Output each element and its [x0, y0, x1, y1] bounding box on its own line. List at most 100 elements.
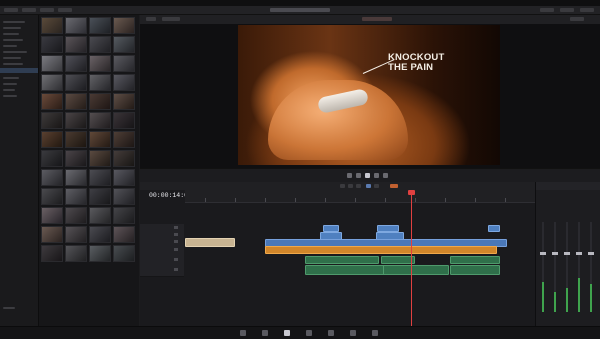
bin-item[interactable]: [3, 57, 21, 59]
flag-icon[interactable]: [390, 184, 398, 188]
clip-thumbnail[interactable]: [65, 74, 87, 91]
mixer-toggle[interactable]: [540, 8, 554, 12]
clip-thumbnail[interactable]: [65, 17, 87, 34]
clip-thumbnail[interactable]: [65, 226, 87, 243]
clip-thumbnail[interactable]: [89, 169, 111, 186]
clip-thumbnail[interactable]: [89, 93, 111, 110]
timeline-name[interactable]: [362, 17, 392, 21]
audio-clip[interactable]: [450, 256, 500, 264]
channel-fader[interactable]: [552, 252, 558, 255]
video-clip[interactable]: [488, 225, 500, 232]
clip-thumbnail[interactable]: [113, 93, 135, 110]
title-clip[interactable]: [265, 246, 497, 254]
stop-icon[interactable]: [356, 173, 361, 178]
clip-thumbnail[interactable]: [89, 207, 111, 224]
channel-fader[interactable]: [564, 252, 570, 255]
clip-thumbnail[interactable]: [113, 150, 135, 167]
clip-thumbnail[interactable]: [65, 188, 87, 205]
clip-thumbnail[interactable]: [65, 112, 87, 129]
clip-thumbnail[interactable]: [41, 169, 63, 186]
clip-thumbnail[interactable]: [113, 245, 135, 262]
bin-item[interactable]: [3, 39, 23, 41]
clip-thumbnail[interactable]: [41, 36, 63, 53]
clip-thumbnail[interactable]: [113, 226, 135, 243]
color-page-icon[interactable]: [328, 330, 334, 336]
clip-thumbnail[interactable]: [113, 17, 135, 34]
cut-page-icon[interactable]: [262, 330, 268, 336]
clip-thumbnail[interactable]: [41, 150, 63, 167]
clip-thumbnail[interactable]: [41, 74, 63, 91]
clip-thumbnail[interactable]: [41, 17, 63, 34]
timeline-viewer[interactable]: KNOCKOUT THE PAIN: [140, 24, 600, 168]
clip-thumbnail[interactable]: [41, 245, 63, 262]
clip-thumbnail[interactable]: [89, 36, 111, 53]
clip-thumbnail[interactable]: [41, 226, 63, 243]
skip-back-icon[interactable]: [347, 173, 352, 178]
clip-thumbnail[interactable]: [113, 55, 135, 72]
clip-thumbnail[interactable]: [65, 131, 87, 148]
clip-thumbnail[interactable]: [65, 150, 87, 167]
play-icon[interactable]: [365, 173, 370, 178]
media-page-icon[interactable]: [240, 330, 246, 336]
bin-item[interactable]: [3, 95, 17, 97]
clip-thumbnail[interactable]: [113, 188, 135, 205]
sound-library-toggle[interactable]: [58, 8, 72, 12]
video-clip[interactable]: [323, 225, 339, 232]
clip-thumbnail[interactable]: [41, 131, 63, 148]
clip-thumbnail[interactable]: [65, 36, 87, 53]
clip-thumbnail[interactable]: [89, 17, 111, 34]
channel-fader[interactable]: [588, 252, 594, 255]
loop-icon[interactable]: [383, 173, 388, 178]
clip-thumbnail[interactable]: [89, 55, 111, 72]
clip-thumbnail[interactable]: [65, 169, 87, 186]
clip-thumbnail[interactable]: [89, 131, 111, 148]
bin-item[interactable]: [3, 89, 15, 91]
audio-clip[interactable]: [381, 256, 415, 264]
video-clip[interactable]: [377, 225, 399, 232]
clip-thumbnail[interactable]: [41, 112, 63, 129]
clip-thumbnail[interactable]: [89, 188, 111, 205]
clip-thumbnail[interactable]: [65, 55, 87, 72]
bin-item-selected[interactable]: [0, 68, 38, 73]
edit-page-icon[interactable]: [284, 330, 290, 336]
skip-forward-icon[interactable]: [374, 173, 379, 178]
bin-item[interactable]: [3, 33, 19, 35]
clip-thumbnail[interactable]: [41, 188, 63, 205]
playhead[interactable]: [411, 190, 412, 326]
bin-item[interactable]: [3, 83, 17, 85]
clip-thumbnail[interactable]: [41, 55, 63, 72]
bin-item[interactable]: [3, 27, 21, 29]
snap-icon[interactable]: [366, 184, 371, 188]
edit-index-toggle[interactable]: [40, 8, 54, 12]
clip-thumbnail[interactable]: [89, 226, 111, 243]
fusion-page-icon[interactable]: [306, 330, 312, 336]
clip-thumbnail[interactable]: [89, 74, 111, 91]
bin-item[interactable]: [3, 63, 23, 65]
clip-thumbnail[interactable]: [89, 112, 111, 129]
smart-bin-item[interactable]: [3, 307, 15, 309]
channel-fader[interactable]: [576, 252, 582, 255]
clip-thumbnail[interactable]: [41, 207, 63, 224]
clip-thumbnail[interactable]: [113, 74, 135, 91]
effects-toggle[interactable]: [22, 8, 36, 12]
clip-thumbnail[interactable]: [65, 245, 87, 262]
trim-tool-icon[interactable]: [348, 184, 353, 188]
deliver-page-icon[interactable]: [372, 330, 378, 336]
audio-clip[interactable]: [383, 265, 449, 275]
audio-clip[interactable]: [305, 265, 385, 275]
bin-item[interactable]: [3, 45, 17, 47]
audio-clip[interactable]: [450, 265, 500, 275]
inspector-toggle[interactable]: [580, 8, 594, 12]
razor-icon[interactable]: [356, 184, 361, 188]
channel-fader[interactable]: [540, 252, 546, 255]
media-pool-toggle[interactable]: [4, 8, 18, 12]
selection-tool-icon[interactable]: [340, 184, 345, 188]
clip-thumbnail[interactable]: [113, 169, 135, 186]
bin-item[interactable]: [3, 21, 25, 23]
bin-item[interactable]: [3, 51, 27, 53]
bin-item[interactable]: [3, 77, 19, 79]
clip-thumbnail[interactable]: [41, 93, 63, 110]
fairlight-page-icon[interactable]: [350, 330, 356, 336]
clip-thumbnail[interactable]: [65, 207, 87, 224]
clip-thumbnail[interactable]: [113, 131, 135, 148]
